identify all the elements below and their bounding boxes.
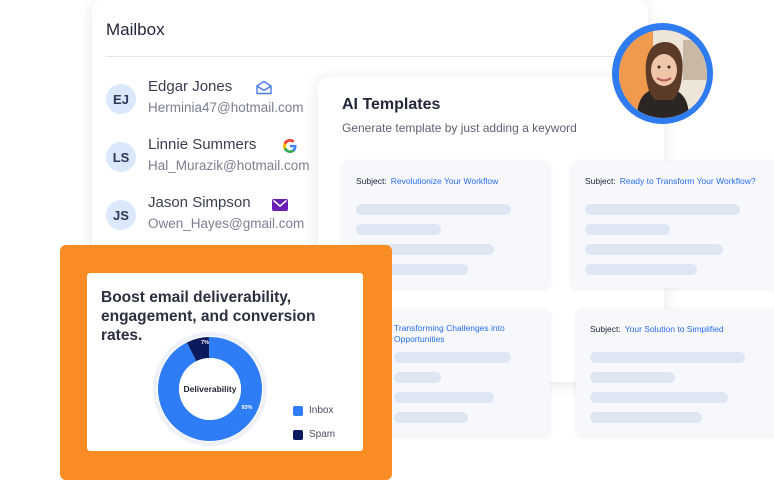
google-icon: [282, 138, 298, 159]
placeholder-line: [356, 224, 441, 235]
template-subject: Subject: Your Solution to Simplified: [590, 324, 724, 334]
legend-label: Spam: [309, 429, 336, 440]
placeholder-line: [590, 392, 728, 403]
deliverability-promo-card: Boost email deliverability, engagement, …: [60, 245, 392, 480]
template-subject-value: Transforming Challenges into Opportuniti…: [394, 323, 505, 344]
placeholder-line: [394, 412, 468, 423]
contact-name: Linnie Summers: [148, 136, 257, 153]
template-subject: Subject: Ready to Transform Your Workflow…: [585, 176, 756, 186]
donut-center-label: Deliverability: [184, 384, 237, 394]
ai-templates-title: AI Templates: [342, 96, 441, 113]
contact-email: Herminia47@hotmail.com: [148, 100, 304, 115]
open-envelope-icon: [255, 80, 273, 100]
inbox-percent-label: 93%: [241, 405, 252, 411]
placeholder-line: [590, 352, 745, 363]
avatar: LS: [106, 142, 136, 172]
legend-item-inbox: Inbox: [293, 405, 333, 416]
chart-card: Boost email deliverability, engagement, …: [87, 273, 363, 451]
ai-templates-subtitle: Generate template by just adding a keywo…: [342, 121, 577, 135]
spam-percent-label: 7%: [201, 340, 209, 346]
legend-item-spam: Spam: [293, 429, 335, 440]
contact-name: Edgar Jones: [148, 78, 233, 95]
template-subject-value: Revolutionize Your Workflow: [390, 176, 499, 186]
placeholder-line: [394, 372, 441, 383]
legend-swatch: [293, 405, 303, 416]
placeholder-line: [356, 204, 511, 215]
template-subject: Subject: Revolutionize Your Workflow: [356, 176, 499, 186]
divider: [106, 56, 634, 57]
legend-label: Inbox: [309, 405, 334, 416]
placeholder-line: [585, 204, 740, 215]
placeholder-line: [590, 372, 675, 383]
user-photo-image: [618, 29, 707, 118]
placeholder-line: [585, 244, 723, 255]
placeholder-line: [394, 392, 494, 403]
contact-email: Owen_Hayes@gmail.com: [148, 216, 305, 231]
contact-email: Hal_Murazik@hotmail.com: [148, 158, 310, 173]
placeholder-line: [585, 264, 697, 275]
placeholder-line: [585, 224, 670, 235]
template-card[interactable]: Subject: Ready to Transform Your Workflow…: [571, 161, 774, 288]
placeholder-line: [394, 352, 511, 363]
deliverability-donut-chart: Deliverability 93% 7%: [153, 332, 267, 446]
profile-photo: [612, 23, 713, 124]
template-subject-value: Your Solution to Simplified: [624, 324, 724, 334]
placeholder-line: [590, 412, 702, 423]
yahoo-mail-icon: [272, 198, 288, 216]
template-subject-value: Ready to Transform Your Workflow?: [619, 176, 756, 186]
template-subject: Transforming Challenges into Opportuniti…: [394, 323, 544, 345]
mailbox-title: Mailbox: [106, 20, 165, 39]
legend-swatch: [293, 429, 303, 440]
avatar: JS: [106, 200, 136, 230]
contact-name: Jason Simpson: [148, 194, 251, 211]
template-card[interactable]: Subject: Your Solution to Simplified: [576, 309, 774, 436]
avatar: EJ: [106, 84, 136, 114]
